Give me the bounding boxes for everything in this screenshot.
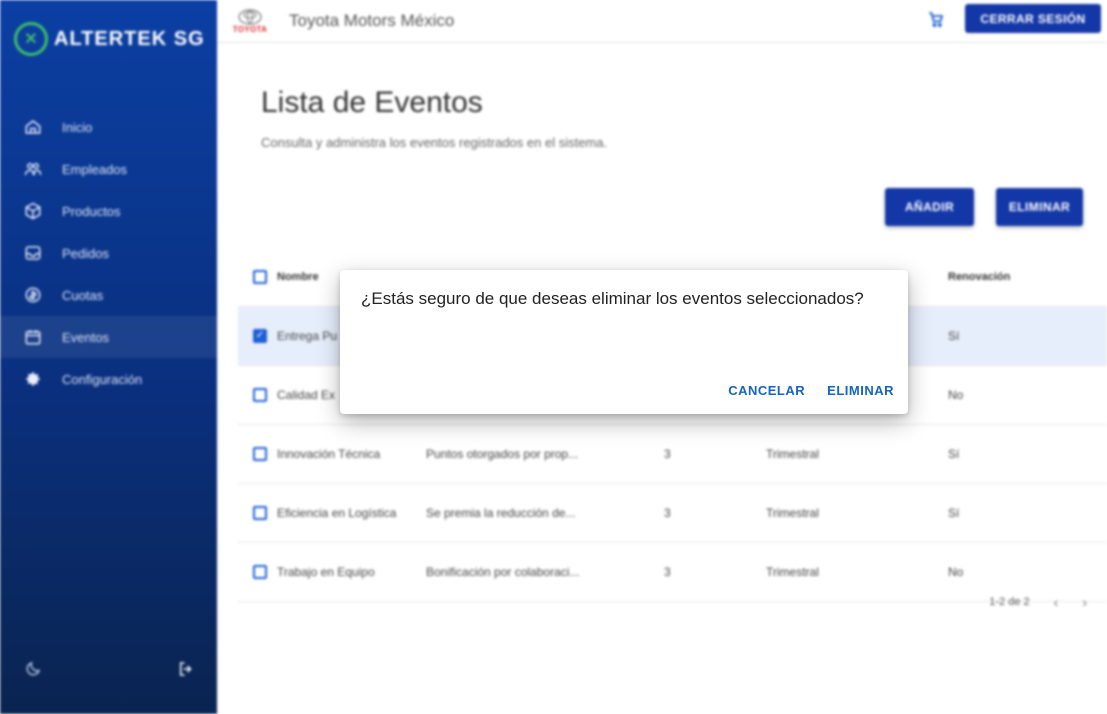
gear-icon: [22, 368, 44, 390]
sidebar-nav: Inicio Empleados Productos Pedidos Cuota…: [0, 106, 217, 400]
logout-button[interactable]: CERRAR SESIÓN: [965, 4, 1101, 33]
pagination: 1-2 de 2 ‹ ›: [989, 594, 1087, 610]
table-row[interactable]: Innovación Técnica Puntos otorgados por …: [238, 424, 1107, 484]
row-checkbox[interactable]: [253, 388, 267, 403]
sidebar-item-empleados[interactable]: Empleados: [0, 148, 217, 190]
company-title: Toyota Motors México: [289, 11, 455, 30]
sidebar: ✕ ALTERTEK SG Inicio Empleados Productos…: [0, 0, 217, 714]
confirm-delete-dialog: ¿Estás seguro de que deseas eliminar los…: [340, 270, 908, 414]
people-icon: [22, 158, 44, 180]
add-button[interactable]: AÑADIR: [885, 188, 974, 226]
logo: ✕ ALTERTEK SG: [14, 22, 205, 56]
sidebar-footer: [22, 658, 197, 680]
toyota-emblem-icon: [238, 8, 262, 25]
table-row[interactable]: Trabajo en Equipo Bonificación por colab…: [238, 542, 1107, 602]
dialog-actions: CANCELAR ELIMINAR: [728, 383, 894, 398]
sidebar-item-productos[interactable]: Productos: [0, 190, 217, 232]
top-header: TOYOTA Toyota Motors México CERRAR SESIÓ…: [217, 0, 1107, 43]
page-title: Lista de Eventos: [261, 86, 483, 119]
logout-icon[interactable]: [175, 658, 197, 680]
column-header-renewal: Renovación: [948, 271, 1011, 283]
sidebar-item-label: Inicio: [62, 119, 93, 135]
coin-icon: [22, 284, 44, 306]
calendar-icon: [22, 326, 44, 348]
sidebar-item-label: Cuotas: [62, 287, 104, 303]
logo-text: ALTERTEK SG: [54, 27, 205, 50]
toyota-logo: TOYOTA: [225, 3, 275, 39]
row-checkbox[interactable]: [253, 506, 267, 521]
toyota-logo-text: TOYOTA: [232, 24, 268, 34]
sidebar-item-label: Eventos: [62, 329, 109, 345]
page-subtitle: Consulta y administra los eventos regist…: [261, 135, 608, 150]
confirm-delete-button[interactable]: ELIMINAR: [827, 383, 894, 398]
moon-icon[interactable]: [22, 658, 44, 680]
inbox-icon: [22, 242, 44, 264]
pagination-label: 1-2 de 2: [989, 596, 1030, 608]
home-icon: [22, 116, 44, 138]
row-checkbox[interactable]: [253, 565, 267, 580]
dialog-message: ¿Estás seguro de que deseas eliminar los…: [361, 289, 864, 308]
sidebar-item-eventos[interactable]: Eventos: [0, 316, 217, 358]
chevron-right-icon[interactable]: ›: [1082, 594, 1087, 610]
row-checkbox[interactable]: [253, 447, 267, 462]
box-icon: [22, 200, 44, 222]
chevron-left-icon[interactable]: ‹: [1054, 594, 1059, 610]
delete-button[interactable]: ELIMINAR: [996, 188, 1083, 226]
cart-icon[interactable]: [927, 10, 947, 30]
sidebar-item-label: Pedidos: [62, 245, 109, 261]
sidebar-item-label: Empleados: [62, 161, 128, 177]
sidebar-item-inicio[interactable]: Inicio: [0, 106, 217, 148]
cancel-button[interactable]: CANCELAR: [728, 383, 805, 398]
sidebar-item-label: Configuración: [62, 371, 143, 387]
row-checkbox[interactable]: ✓: [253, 329, 267, 344]
sidebar-item-label: Productos: [62, 203, 121, 219]
table-row[interactable]: Eficiencia en Logística Se premia la red…: [238, 483, 1107, 543]
logo-mark-icon: ✕: [14, 22, 48, 56]
sidebar-item-configuracion[interactable]: Configuración: [0, 358, 217, 400]
select-all-checkbox[interactable]: [253, 270, 267, 284]
sidebar-item-cuotas[interactable]: Cuotas: [0, 274, 217, 316]
sidebar-item-pedidos[interactable]: Pedidos: [0, 232, 217, 274]
